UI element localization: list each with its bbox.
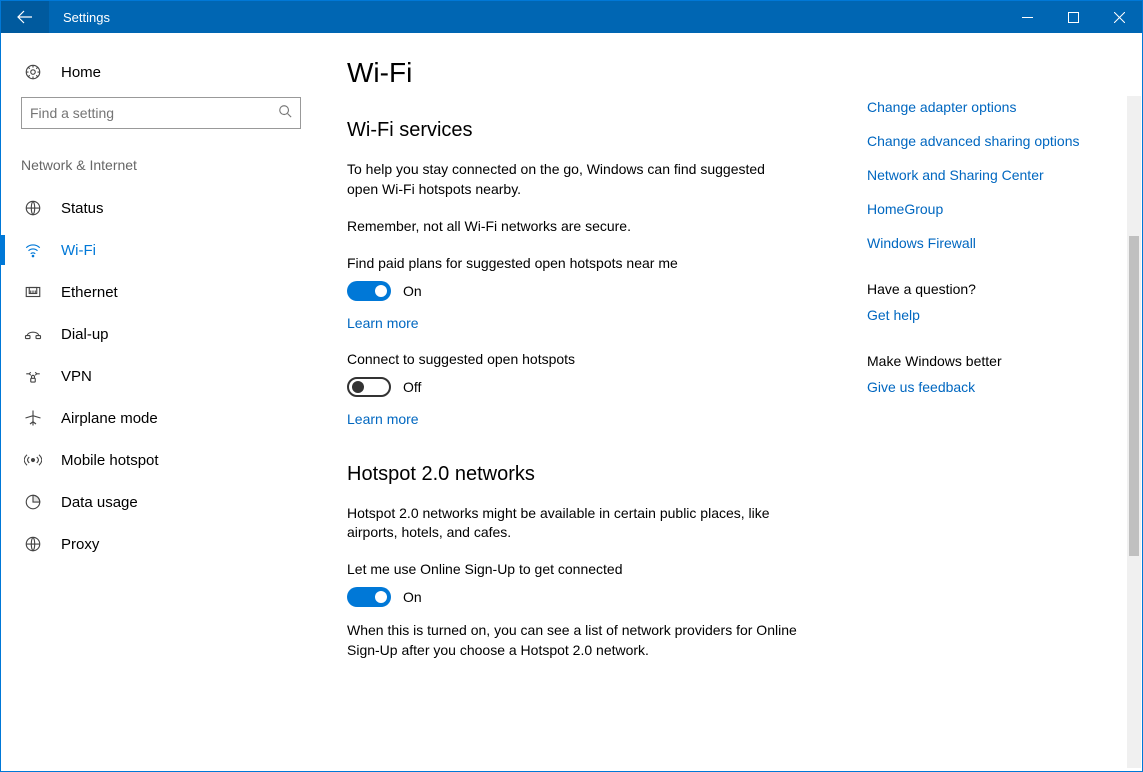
data-usage-icon — [23, 493, 43, 511]
related-link[interactable]: HomeGroup — [867, 201, 1080, 217]
related-link[interactable]: Network and Sharing Center — [867, 167, 1080, 183]
related-link[interactable]: Change adapter options — [867, 99, 1080, 115]
sidebar: Home Network & Internet Status Wi-Fi Eth… — [1, 33, 321, 771]
wifi-icon — [23, 241, 43, 259]
better-heading: Make Windows better — [867, 353, 1080, 369]
related-link[interactable]: Change advanced sharing options — [867, 133, 1080, 149]
sidebar-item-airplane[interactable]: Airplane mode — [21, 397, 321, 439]
main-content: Wi-Fi Wi-Fi services To help you stay co… — [347, 57, 827, 771]
status-icon — [23, 199, 43, 217]
wifi-services-desc1: To help you stay connected on the go, Wi… — [347, 160, 797, 199]
maximize-button[interactable] — [1050, 1, 1096, 33]
paid-plans-toggle[interactable] — [347, 281, 391, 301]
wifi-services-heading: Wi-Fi services — [347, 119, 827, 142]
feedback-link[interactable]: Give us feedback — [867, 379, 1080, 395]
question-heading: Have a question? — [867, 281, 1080, 297]
page-title: Wi-Fi — [347, 57, 827, 89]
hotspot2-desc1: Hotspot 2.0 networks might be available … — [347, 504, 797, 543]
sidebar-item-wifi[interactable]: Wi-Fi — [21, 229, 321, 271]
scrollbar-thumb[interactable] — [1129, 236, 1139, 556]
minimize-button[interactable] — [1004, 1, 1050, 33]
get-help-link[interactable]: Get help — [867, 307, 1080, 323]
online-signup-label: Let me use Online Sign-Up to get connect… — [347, 561, 827, 577]
search-icon — [278, 104, 292, 123]
sidebar-item-label: Status — [61, 200, 104, 217]
close-button[interactable] — [1096, 1, 1142, 33]
hotspot-icon — [23, 451, 43, 469]
sidebar-item-label: Dial-up — [61, 326, 109, 343]
online-signup-toggle[interactable] — [347, 587, 391, 607]
sidebar-item-label: Data usage — [61, 494, 138, 511]
sidebar-item-datausage[interactable]: Data usage — [21, 481, 321, 523]
related-link[interactable]: Windows Firewall — [867, 235, 1080, 251]
proxy-icon — [23, 535, 43, 553]
titlebar: Settings — [1, 1, 1142, 33]
sidebar-item-ethernet[interactable]: Ethernet — [21, 271, 321, 313]
wifi-services-desc2: Remember, not all Wi-Fi networks are sec… — [347, 217, 797, 237]
online-signup-state: On — [403, 589, 422, 605]
category-title: Network & Internet — [21, 157, 321, 173]
search-box[interactable] — [21, 97, 301, 129]
paid-plans-learn-more-link[interactable]: Learn more — [347, 315, 419, 331]
sidebar-item-vpn[interactable]: VPN — [21, 355, 321, 397]
sidebar-item-label: Proxy — [61, 536, 99, 553]
sidebar-item-label: Wi-Fi — [61, 242, 96, 259]
search-input[interactable] — [30, 105, 278, 121]
open-hotspots-learn-more-link[interactable]: Learn more — [347, 411, 419, 427]
sidebar-item-hotspot[interactable]: Mobile hotspot — [21, 439, 321, 481]
sidebar-item-label: VPN — [61, 368, 92, 385]
home-nav[interactable]: Home — [21, 57, 321, 97]
sidebar-item-status[interactable]: Status — [21, 187, 321, 229]
ethernet-icon — [23, 283, 43, 301]
home-icon — [23, 63, 43, 81]
back-button[interactable] — [1, 1, 49, 33]
paid-plans-label: Find paid plans for suggested open hotsp… — [347, 255, 827, 271]
window-controls — [1004, 1, 1142, 33]
airplane-icon — [23, 409, 43, 427]
scrollbar[interactable] — [1127, 96, 1141, 768]
sidebar-item-label: Ethernet — [61, 284, 118, 301]
vpn-icon — [23, 367, 43, 385]
hotspot2-desc2: When this is turned on, you can see a li… — [347, 621, 797, 660]
sidebar-item-dialup[interactable]: Dial-up — [21, 313, 321, 355]
open-hotspots-state: Off — [403, 379, 421, 395]
open-hotspots-toggle[interactable] — [347, 377, 391, 397]
hotspot2-heading: Hotspot 2.0 networks — [347, 463, 827, 486]
dialup-icon — [23, 325, 43, 343]
sidebar-item-proxy[interactable]: Proxy — [21, 523, 321, 565]
home-label: Home — [61, 64, 101, 81]
sidebar-item-label: Mobile hotspot — [61, 452, 159, 469]
sidebar-item-label: Airplane mode — [61, 410, 158, 427]
window-title: Settings — [63, 10, 110, 25]
paid-plans-state: On — [403, 283, 422, 299]
open-hotspots-label: Connect to suggested open hotspots — [347, 351, 827, 367]
related-settings: Change adapter options Change advanced s… — [867, 57, 1080, 771]
